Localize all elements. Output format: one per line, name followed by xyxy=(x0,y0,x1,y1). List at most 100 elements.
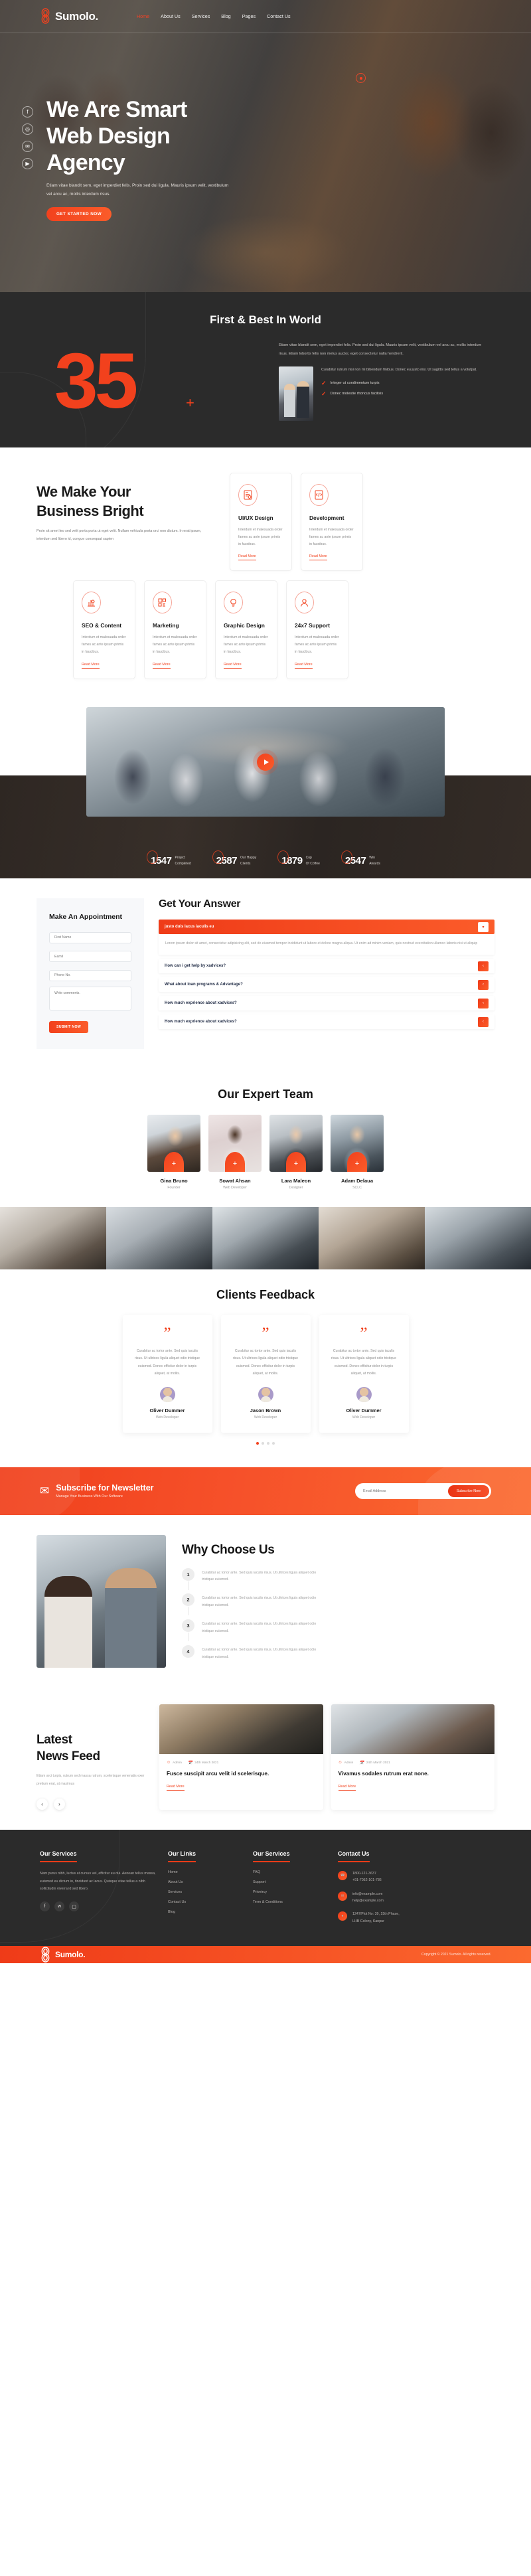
service-card-text: Interdum et malesuada order fames ac ant… xyxy=(309,527,354,546)
chevron-left-icon[interactable]: ‹ xyxy=(478,998,489,1008)
subscribe-now-button[interactable]: Subscribe Now xyxy=(447,1485,489,1497)
gallery-image[interactable] xyxy=(106,1206,212,1269)
read-more-link[interactable]: Read More xyxy=(338,1785,356,1791)
service-card-support[interactable]: 24x7 Support Interdum et malesuada order… xyxy=(286,580,348,680)
footer-social: f w ▢ xyxy=(40,1901,156,1912)
first-name-input[interactable] xyxy=(49,931,131,943)
read-more-link[interactable]: Read More xyxy=(167,1785,185,1791)
twitter-icon[interactable]: w xyxy=(54,1901,64,1912)
calendar-icon: 📅 xyxy=(359,1761,364,1765)
nav-item-about-us[interactable]: About Us xyxy=(161,13,181,19)
chevron-down-icon[interactable]: ▾ xyxy=(478,922,489,932)
get-started-button[interactable]: GET STARTED NOW xyxy=(46,207,112,222)
youtube-icon[interactable]: ▶ xyxy=(22,158,33,169)
why-choose-item: 1 Curabitur ac tortor ante. Sed quis iac… xyxy=(182,1568,494,1590)
uiux-icon xyxy=(238,483,258,506)
team-member-name: Sowat Ahsan xyxy=(219,1177,251,1184)
service-card-development[interactable]: Development Interdum et malesuada order … xyxy=(301,472,363,572)
first-best-check-list: ✓ Integer ut condimentum turpis ✓ Donec … xyxy=(321,380,491,397)
team-member-expand-button[interactable]: + xyxy=(347,1151,367,1172)
team-member-expand-button[interactable]: + xyxy=(225,1151,245,1172)
prev-arrow-icon[interactable]: ‹ xyxy=(37,1799,48,1811)
read-more-link[interactable]: Read More xyxy=(309,554,327,561)
nav-item-home[interactable]: Home xyxy=(137,13,149,19)
footer-link-services[interactable]: Services xyxy=(168,1890,241,1894)
newsletter-subtitle: Manage Your Business With Our Software xyxy=(56,1494,123,1498)
play-button-icon[interactable] xyxy=(257,753,274,771)
footer-link-about-us[interactable]: About Us xyxy=(168,1880,241,1884)
site-header: Sumolo. Home About Us Services Blog Page… xyxy=(0,0,531,33)
faq-item-header[interactable]: How much exprience about xadvices? ‹ xyxy=(159,996,494,1010)
team-member-expand-button[interactable]: + xyxy=(164,1151,184,1172)
nav-item-contact-us[interactable]: Contact Us xyxy=(267,13,291,19)
read-more-link[interactable]: Read More xyxy=(224,663,242,669)
gallery-image[interactable] xyxy=(0,1206,106,1269)
stat-label-line-1: Project xyxy=(175,856,186,860)
nav-item-services[interactable]: Services xyxy=(192,13,210,19)
footer-column-title: Contact Us xyxy=(338,1850,370,1863)
calendar-icon: 📅 xyxy=(187,1761,193,1765)
gallery-image[interactable] xyxy=(319,1206,425,1269)
logo[interactable]: Sumolo. xyxy=(40,8,98,25)
footer-email-2: help@example.com xyxy=(352,1899,384,1903)
team-member-expand-button[interactable]: + xyxy=(286,1151,306,1172)
testimonial-role: Web Developer xyxy=(155,1415,179,1419)
next-arrow-icon[interactable]: › xyxy=(54,1799,65,1811)
service-card-graphic[interactable]: Graphic Design Interdum et malesuada ord… xyxy=(215,580,277,680)
footer-link-privacy[interactable]: Priveircy xyxy=(253,1890,326,1894)
team-member-role: Web Developer xyxy=(223,1185,247,1190)
read-more-link[interactable]: Read More xyxy=(295,663,313,669)
faq-item-header[interactable]: What about loan programs & Advantage? ‹ xyxy=(159,977,494,992)
faq-question: How can i get help by xadvices? xyxy=(165,964,226,969)
email-input[interactable] xyxy=(49,951,131,963)
faq-item-header[interactable]: How can i get help by xadvices? ‹ xyxy=(159,959,494,973)
service-card-marketing[interactable]: Marketing Interdum et malesuada order fa… xyxy=(144,580,206,680)
footer-link-faq[interactable]: FAQ xyxy=(253,1870,326,1874)
footer-link-blog[interactable]: Blog xyxy=(168,1910,241,1914)
gallery-image[interactable] xyxy=(212,1206,319,1269)
submit-now-button[interactable]: SUBMIT NOW xyxy=(49,1020,89,1033)
read-more-link[interactable]: Read More xyxy=(238,554,256,561)
instagram-icon[interactable]: ▢ xyxy=(69,1901,79,1912)
phone-input[interactable] xyxy=(49,969,131,981)
footer-email-1: info@example.com xyxy=(352,1892,383,1896)
footer-column-services: Our Services Nam purus nibh, luctus at c… xyxy=(40,1847,156,1931)
service-card-seo[interactable]: SEO & Content Interdum et malesuada orde… xyxy=(73,580,135,680)
news-post-card[interactable]: ☺ Admin 📅 24th March 2021 Fusce suscipit… xyxy=(159,1704,323,1811)
footer-link-home[interactable]: Home xyxy=(168,1870,241,1874)
service-card-uiux[interactable]: UI/UX Design Interdum et malesuada order… xyxy=(230,472,292,572)
team-member-photo: + xyxy=(269,1114,323,1172)
news-feed-title-line-2: News Feed xyxy=(37,1749,100,1763)
read-more-link[interactable]: Read More xyxy=(82,663,100,669)
facebook-icon[interactable]: f xyxy=(40,1901,50,1912)
user-icon: ☺ xyxy=(338,1761,342,1765)
carousel-dot[interactable] xyxy=(267,1441,269,1445)
read-more-link[interactable]: Read More xyxy=(153,663,171,669)
chevron-left-icon[interactable]: ‹ xyxy=(478,1016,489,1027)
hero-title: We Are Smart Web Design Agency xyxy=(46,96,418,176)
newsletter-email-input[interactable] xyxy=(357,1489,448,1493)
footer-link-terms[interactable]: Term & Conditions xyxy=(253,1900,326,1904)
faq-item-header[interactable]: justo duis lacus iaculis eu ▾ xyxy=(159,920,494,935)
video-thumbnail[interactable] xyxy=(86,707,445,817)
carousel-dot[interactable] xyxy=(256,1441,259,1445)
chevron-left-icon[interactable]: ‹ xyxy=(478,961,489,971)
footer-link-contact-us[interactable]: Contact Us xyxy=(168,1900,241,1904)
nav-item-pages[interactable]: Pages xyxy=(242,13,256,19)
carousel-dot[interactable] xyxy=(262,1441,264,1445)
footer-link-support[interactable]: Support xyxy=(253,1880,326,1884)
news-post-card[interactable]: ☺ Admin 📅 24th March 2021 Vivamus sodale… xyxy=(331,1704,494,1811)
comments-textarea[interactable] xyxy=(49,986,131,1010)
footer-logo[interactable]: Sumolo. xyxy=(40,1946,86,1963)
service-card-title: Marketing xyxy=(153,622,179,629)
twitter-icon[interactable]: ✉ xyxy=(22,141,33,152)
gallery-image[interactable] xyxy=(425,1206,531,1269)
carousel-dot[interactable] xyxy=(272,1441,275,1445)
chevron-left-icon[interactable]: ‹ xyxy=(478,979,489,990)
appointment-form: Make An Appointment SUBMIT NOW xyxy=(37,898,144,1049)
dribbble-icon[interactable]: ◎ xyxy=(22,123,33,135)
facebook-icon[interactable]: f xyxy=(22,106,33,118)
faq-item-header[interactable]: How much exprience about xadvices? ‹ xyxy=(159,1014,494,1029)
code-icon xyxy=(309,483,329,506)
nav-item-blog[interactable]: Blog xyxy=(221,13,230,19)
